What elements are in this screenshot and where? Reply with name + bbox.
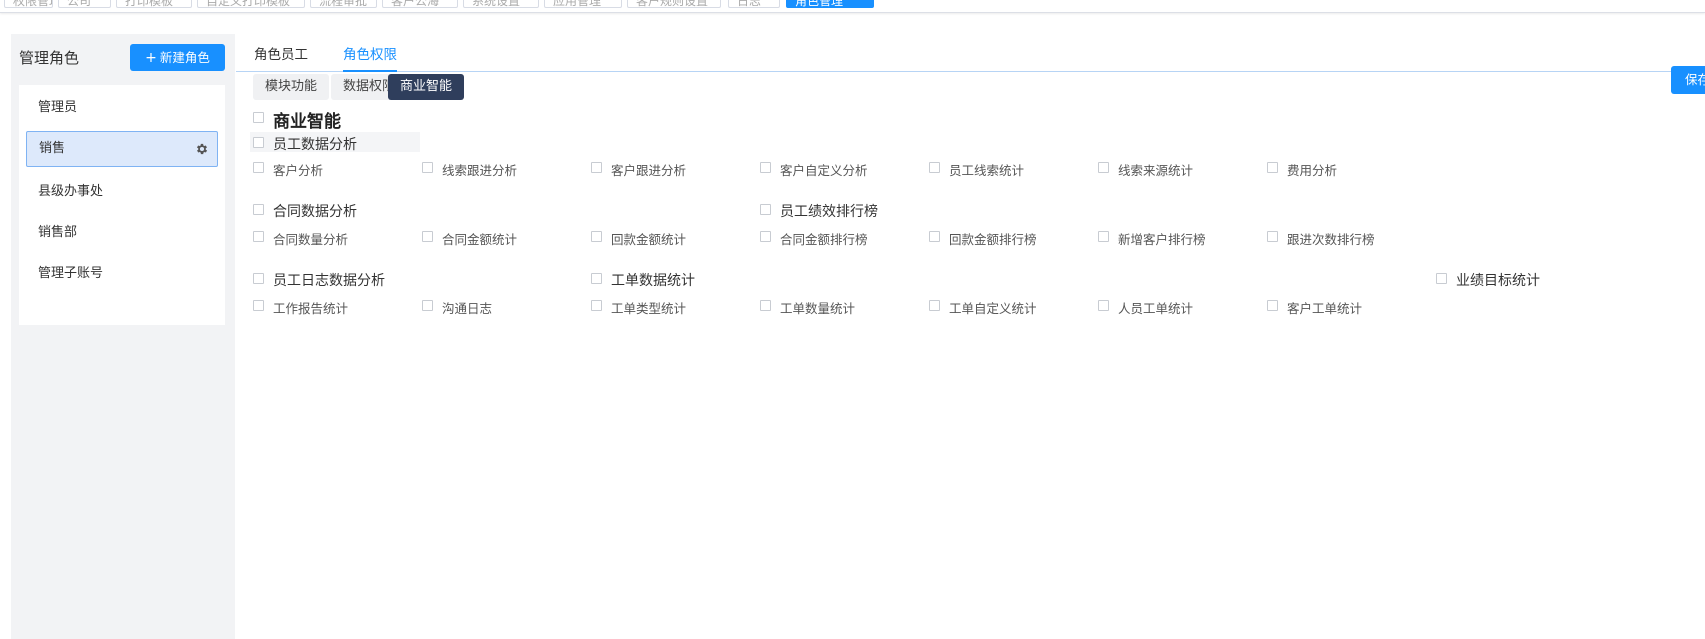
- role-item-sub-account[interactable]: 管理子账号: [19, 256, 225, 292]
- checkbox-item[interactable]: [760, 300, 771, 311]
- role-item-county-office[interactable]: 县级办事处: [19, 174, 225, 210]
- plus-icon: +: [145, 50, 157, 66]
- item-label: 工单自定义统计: [949, 301, 1037, 316]
- top-tab[interactable]: 自定义打印模板: [197, 0, 305, 8]
- bi-root-label: 商业智能: [273, 112, 341, 132]
- item-label: 工单数量统计: [780, 301, 856, 316]
- checkbox-item[interactable]: [253, 300, 264, 311]
- checkbox-bi-root[interactable]: [253, 112, 264, 123]
- item-label: 合同数量分析: [273, 232, 349, 247]
- group-title: 员工绩效排行榜: [780, 204, 878, 220]
- item-label: 客户自定义分析: [780, 163, 868, 178]
- item-label: 线索跟进分析: [442, 163, 518, 178]
- checkbox-item[interactable]: [591, 231, 602, 242]
- checkbox-item[interactable]: [591, 300, 602, 311]
- checkbox-item[interactable]: [422, 231, 433, 242]
- item-label: 跟进次数排行榜: [1287, 232, 1375, 247]
- subtab-module-functions[interactable]: 模块功能: [253, 74, 330, 100]
- item-label: 工单类型统计: [611, 301, 687, 316]
- new-role-button[interactable]: + 新建角色: [130, 44, 225, 71]
- group-title: 工单数据统计: [611, 273, 695, 289]
- checkbox-item[interactable]: [422, 300, 433, 311]
- checkbox-item[interactable]: [253, 231, 264, 242]
- top-tab[interactable]: 日志: [728, 0, 780, 8]
- checkbox-item[interactable]: [760, 231, 771, 242]
- checkbox-item[interactable]: [1098, 162, 1109, 173]
- item-label: 沟通日志: [442, 301, 493, 316]
- top-tab-active[interactable]: 角色管理: [786, 0, 874, 8]
- checkbox-item[interactable]: [1267, 162, 1278, 173]
- item-label: 人员工单统计: [1118, 301, 1194, 316]
- group-title: 合同数据分析: [273, 204, 357, 220]
- checkbox-group-goal-stats[interactable]: [1436, 273, 1447, 284]
- checkbox-item[interactable]: [1267, 231, 1278, 242]
- top-tab[interactable]: 客户公海: [382, 0, 458, 8]
- active-tab-indicator: [343, 70, 397, 72]
- role-item-sales-dept[interactable]: 销售部: [19, 215, 225, 251]
- top-tab[interactable]: 系统设置: [463, 0, 539, 8]
- checkbox-item[interactable]: [929, 231, 940, 242]
- save-button[interactable]: 保存: [1671, 66, 1705, 94]
- item-label: 客户分析: [273, 163, 324, 178]
- item-label: 客户工单统计: [1287, 301, 1363, 316]
- checkbox-group-contract-data[interactable]: [253, 204, 264, 215]
- role-list: 管理员 销售 县级办事处 销售部 管理子账号: [19, 85, 225, 325]
- tab-role-staff[interactable]: 角色员工: [254, 43, 308, 63]
- group-title: 员工数据分析: [273, 137, 357, 153]
- top-tab[interactable]: 打印模板: [116, 0, 192, 8]
- checkbox-item[interactable]: [253, 162, 264, 173]
- checkbox-group-staff-ranking[interactable]: [760, 204, 771, 215]
- checkbox-group-ticket-data[interactable]: [591, 273, 602, 284]
- sidebar-title: 管理角色: [19, 49, 80, 67]
- item-label: 费用分析: [1287, 163, 1338, 178]
- top-tab[interactable]: 客户规则设置: [627, 0, 721, 8]
- item-label: 客户跟进分析: [611, 163, 687, 178]
- checkbox-item[interactable]: [1267, 300, 1278, 311]
- role-item-sales[interactable]: 销售: [26, 131, 218, 167]
- checkbox-item[interactable]: [929, 300, 940, 311]
- top-tab[interactable]: 流程审批: [310, 0, 377, 8]
- top-tab[interactable]: 公司: [58, 0, 111, 8]
- checkbox-item[interactable]: [422, 162, 433, 173]
- top-tab[interactable]: 应用管理: [544, 0, 622, 8]
- role-sidebar: 管理角色 + 新建角色 管理员 销售 县级办事处 销售部 管理子账号: [11, 34, 235, 639]
- item-label: 回款金额排行榜: [949, 232, 1037, 247]
- item-label: 工作报告统计: [273, 301, 349, 316]
- checkbox-item[interactable]: [929, 162, 940, 173]
- gear-icon[interactable]: [195, 142, 209, 156]
- item-label: 回款金额统计: [611, 232, 687, 247]
- item-label: 新增客户排行榜: [1118, 232, 1206, 247]
- item-label: 合同金额统计: [442, 232, 518, 247]
- group-title: 员工日志数据分析: [273, 273, 385, 289]
- group-title: 业绩目标统计: [1456, 273, 1540, 289]
- checkbox-item[interactable]: [591, 162, 602, 173]
- checkbox-group-staff-data[interactable]: [253, 137, 264, 148]
- top-tab[interactable]: 权限管理: [4, 0, 53, 8]
- role-item-admin[interactable]: 管理员: [19, 90, 225, 126]
- checkbox-group-staff-log[interactable]: [253, 273, 264, 284]
- checkbox-item[interactable]: [1098, 231, 1109, 242]
- item-label: 员工线索统计: [949, 163, 1025, 178]
- role-tabs: 角色员工 角色权限: [236, 34, 1705, 72]
- top-tab-bar: 权限管理 公司 打印模板 自定义打印模板 流程审批 客户公海 系统设置 应用管理…: [0, 0, 1705, 13]
- item-label: 线索来源统计: [1118, 163, 1194, 178]
- checkbox-item[interactable]: [1098, 300, 1109, 311]
- item-label: 合同金额排行榜: [780, 232, 868, 247]
- role-permission-panel: 角色员工 角色权限 模块功能 数据权限 商业智能 保存 商业智能 员工数据分析 …: [236, 34, 1705, 639]
- checkbox-item[interactable]: [760, 162, 771, 173]
- subtab-business-intelligence[interactable]: 商业智能: [388, 74, 465, 100]
- tab-role-permission[interactable]: 角色权限: [343, 43, 397, 63]
